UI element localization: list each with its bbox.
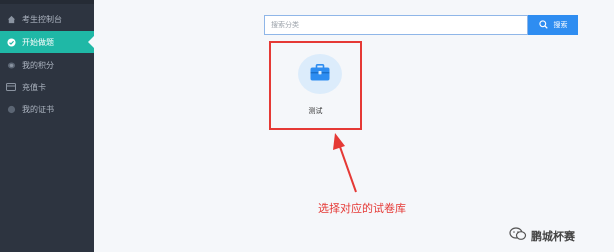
- search-button-label: 搜索: [553, 22, 568, 29]
- certificate-icon: [6, 104, 16, 114]
- sidebar-item-recharge-card[interactable]: 充值卡: [0, 76, 94, 98]
- search-input[interactable]: [264, 15, 528, 35]
- search-button[interactable]: 搜索: [528, 15, 578, 35]
- wechat-icon: [509, 227, 527, 244]
- sidebar-item-label: 我的积分: [22, 60, 54, 70]
- sidebar-item-certificate[interactable]: 我的证书: [0, 98, 94, 120]
- check-circle-icon: [6, 37, 16, 47]
- watermark: 鹏城杯赛: [509, 227, 575, 244]
- sidebar: 考生控制台 开始做题 我的积分 充值卡 我的证书: [0, 0, 94, 252]
- card-icon: [6, 82, 16, 92]
- sidebar-item-label: 考生控制台: [22, 14, 62, 24]
- sidebar-item-label: 我的证书: [22, 104, 54, 114]
- category-label: 测试: [308, 107, 323, 115]
- briefcase-icon: [310, 63, 330, 85]
- sidebar-item-points[interactable]: 我的积分: [0, 54, 94, 76]
- home-icon: [6, 14, 16, 24]
- category-card[interactable]: 测试: [269, 41, 362, 130]
- search-icon: [538, 19, 548, 31]
- annotation-text: 选择对应的试卷库: [318, 202, 406, 215]
- coin-icon: [6, 60, 16, 70]
- sidebar-header: [0, 0, 94, 4]
- category-icon-circle: [298, 54, 342, 94]
- category-search: 搜索: [264, 15, 578, 35]
- sidebar-item-dashboard[interactable]: 考生控制台: [0, 8, 94, 30]
- sidebar-item-label: 开始做题: [22, 37, 54, 47]
- sidebar-item-start-exam[interactable]: 开始做题: [0, 31, 94, 53]
- sidebar-item-label: 充值卡: [22, 82, 46, 92]
- watermark-text: 鹏城杯赛: [531, 229, 575, 243]
